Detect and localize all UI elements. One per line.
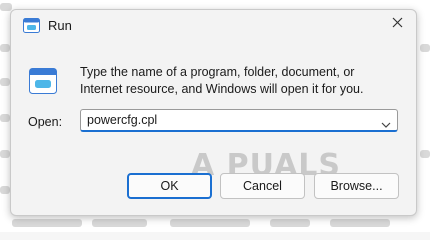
- background-text-fragment: [330, 219, 390, 227]
- title-bar: Run: [11, 10, 416, 42]
- button-row: OK Cancel Browse...: [11, 173, 416, 199]
- open-combobox[interactable]: powercfg.cpl: [80, 109, 398, 132]
- background-text-fragment: [0, 186, 10, 194]
- background-text-fragment: [92, 219, 147, 227]
- background-text-fragment: [270, 219, 310, 227]
- background-text-fragment: [0, 44, 10, 52]
- background-text-fragment: [0, 114, 10, 122]
- open-label: Open:: [28, 115, 63, 129]
- window-title: Run: [48, 18, 72, 33]
- dialog-description: Type the name of a program, folder, docu…: [80, 65, 364, 96]
- close-icon: [392, 15, 403, 33]
- background-text-fragment: [0, 78, 10, 86]
- cancel-button[interactable]: Cancel: [220, 173, 305, 199]
- background-text-fragment: [0, 150, 10, 158]
- browse-button[interactable]: Browse...: [314, 173, 399, 199]
- run-icon: [23, 18, 40, 33]
- chevron-down-icon[interactable]: [381, 116, 391, 128]
- run-dialog: Run Type the name of a program, folder, …: [10, 9, 417, 216]
- close-button[interactable]: [382, 11, 412, 37]
- open-input-value[interactable]: powercfg.cpl: [87, 113, 157, 127]
- background-text-fragment: [170, 219, 250, 227]
- ok-button[interactable]: OK: [127, 173, 212, 199]
- run-icon-large: [29, 68, 57, 94]
- background-text-fragment: [420, 44, 430, 52]
- background-text-fragment: [12, 219, 82, 227]
- background-text-fragment: [420, 150, 430, 158]
